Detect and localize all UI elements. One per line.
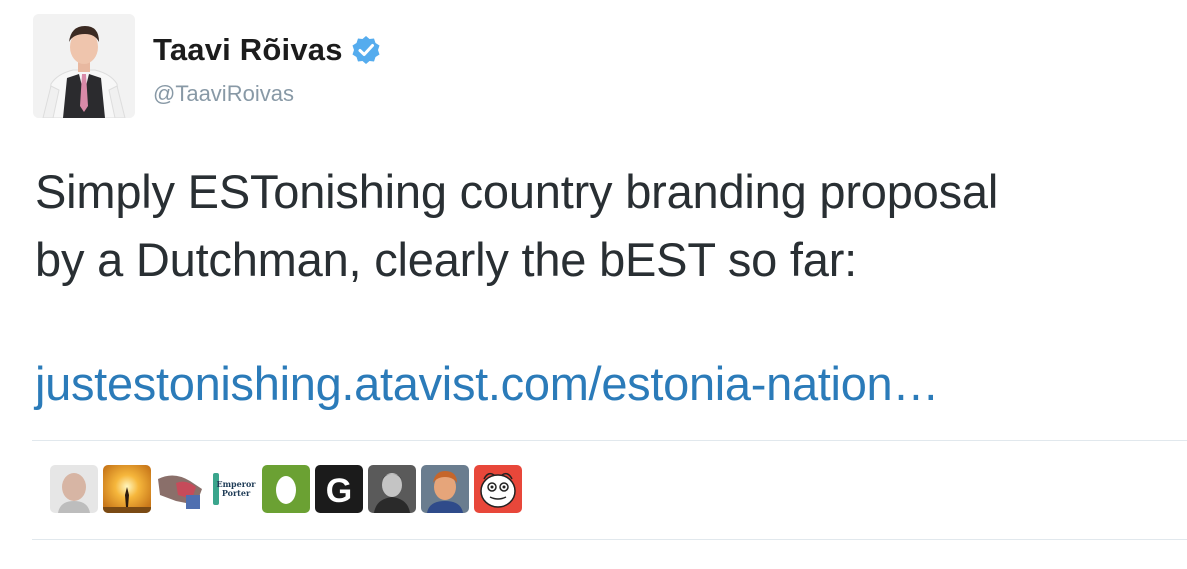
cartoon-avatar[interactable] <box>474 465 522 513</box>
verified-badge-icon <box>351 35 381 65</box>
author-avatar[interactable] <box>33 14 135 118</box>
divider <box>32 440 1187 441</box>
logo-text: Porter <box>222 488 251 498</box>
author-avatar-image <box>33 14 135 118</box>
liker-avatars: Emperor Porter G <box>50 465 522 513</box>
person-avatar-redhead[interactable] <box>421 465 469 513</box>
g-logo-letter: G <box>326 472 352 510</box>
person-avatar-bald[interactable] <box>50 465 98 513</box>
emperor-porter-logo[interactable]: Emperor Porter <box>209 465 257 513</box>
g-logo-avatar[interactable]: G <box>315 465 363 513</box>
tweet-text-line: Simply ESTonishing country branding prop… <box>35 165 999 218</box>
photo-avatar[interactable] <box>156 465 204 513</box>
tweet-link[interactable]: justestonishing.atavist.com/estonia-nati… <box>35 356 939 411</box>
tweet-text-line: by a Dutchman, clearly the bEST so far: <box>35 233 858 286</box>
author-block: Taavi Rõivas <box>153 32 381 68</box>
divider <box>32 539 1187 540</box>
author-handle[interactable]: @TaaviRoivas <box>153 81 294 107</box>
sunset-avatar[interactable] <box>103 465 151 513</box>
person-avatar-bw[interactable] <box>368 465 416 513</box>
author-name[interactable]: Taavi Rõivas <box>153 32 343 68</box>
green-egg-avatar[interactable] <box>262 465 310 513</box>
tweet-text: Simply ESTonishing country branding prop… <box>35 158 1175 294</box>
